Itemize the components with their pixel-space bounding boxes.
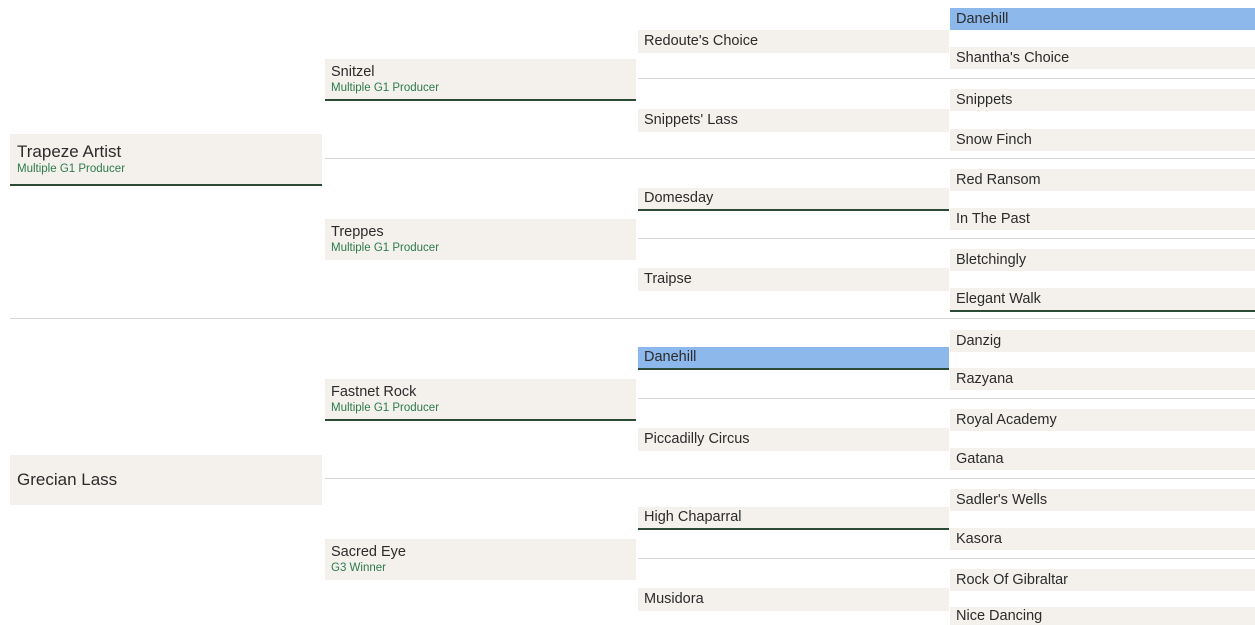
horse-name: Sacred Eye <box>331 544 406 560</box>
pedigree-gen3-8[interactable]: Musidora <box>638 588 949 611</box>
horse-name: Danehill <box>644 349 697 365</box>
divider-gen2-top <box>325 158 1255 159</box>
divider-gen3-4 <box>638 558 1255 559</box>
horse-name: Kasora <box>956 530 1002 547</box>
pedigree-gen3-7[interactable]: High Chaparral <box>638 507 949 530</box>
horse-name: Danehill <box>956 10 1009 27</box>
pedigree-gen4-15[interactable]: Rock Of Gibraltar <box>950 569 1255 591</box>
pedigree-sire-sire[interactable]: Snitzel Multiple G1 Producer <box>325 59 636 101</box>
pedigree-sire-dam[interactable]: Treppes Multiple G1 Producer <box>325 219 636 260</box>
horse-name: Razyana <box>956 370 1014 387</box>
pedigree-gen4-9[interactable]: Danzig <box>950 330 1255 352</box>
pedigree-gen4-2[interactable]: Shantha's Choice <box>950 47 1255 69</box>
pedigree-gen4-8[interactable]: Elegant Walk <box>950 288 1255 312</box>
pedigree-gen4-12[interactable]: Gatana <box>950 448 1255 470</box>
pedigree-sire[interactable]: Trapeze Artist Multiple G1 Producer <box>10 134 322 186</box>
pedigree-gen3-4[interactable]: Traipse <box>638 268 949 291</box>
horse-name: Danzig <box>956 332 1002 349</box>
pedigree-gen4-14[interactable]: Kasora <box>950 528 1255 550</box>
horse-achievement: Multiple G1 Producer <box>331 81 440 94</box>
horse-name: Shantha's Choice <box>956 49 1070 66</box>
divider-gen3-3 <box>638 398 1255 399</box>
horse-name: Gatana <box>956 450 1004 467</box>
pedigree-gen4-16[interactable]: Nice Dancing <box>950 607 1255 625</box>
pedigree-gen4-13[interactable]: Sadler's Wells <box>950 489 1255 511</box>
horse-name: Nice Dancing <box>956 607 1043 624</box>
horse-name: Snow Finch <box>956 131 1032 148</box>
pedigree-gen4-5[interactable]: Red Ransom <box>950 169 1255 191</box>
horse-name: Snitzel <box>331 63 375 80</box>
horse-achievement: G3 Winner <box>331 562 386 574</box>
horse-name: Traipse <box>644 271 692 287</box>
divider-gen3-1 <box>638 78 1255 79</box>
horse-name: Musidora <box>644 591 704 607</box>
pedigree-gen4-11[interactable]: Royal Academy <box>950 409 1255 431</box>
divider-gen2-bottom <box>325 478 1255 479</box>
horse-name: Redoute's Choice <box>644 33 759 49</box>
horse-name: Red Ransom <box>956 171 1041 188</box>
horse-name: Snippets <box>956 91 1013 108</box>
pedigree-gen4-7[interactable]: Bletchingly <box>950 249 1255 271</box>
pedigree-dam[interactable]: Grecian Lass <box>10 455 322 505</box>
horse-achievement: Multiple G1 Producer <box>331 401 440 414</box>
divider-gen3-2 <box>638 238 1255 239</box>
pedigree-gen4-4[interactable]: Snow Finch <box>950 129 1255 151</box>
divider-gen1 <box>10 318 1255 319</box>
pedigree-gen3-6[interactable]: Piccadilly Circus <box>638 428 949 451</box>
pedigree-gen4-6[interactable]: In The Past <box>950 208 1255 230</box>
pedigree-gen4-10[interactable]: Razyana <box>950 368 1255 390</box>
pedigree-gen4-1[interactable]: Danehill <box>950 8 1255 30</box>
horse-name: Snippets' Lass <box>644 112 738 128</box>
horse-name: Sadler's Wells <box>956 491 1048 508</box>
horse-achievement: Multiple G1 Producer <box>17 163 126 175</box>
horse-name: In The Past <box>956 210 1030 227</box>
horse-name: Piccadilly Circus <box>644 431 750 447</box>
pedigree-dam-sire[interactable]: Fastnet Rock Multiple G1 Producer <box>325 379 636 421</box>
horse-name: Treppes <box>331 224 384 240</box>
pedigree-gen4-3[interactable]: Snippets <box>950 89 1255 111</box>
horse-achievement: Multiple G1 Producer <box>331 242 440 254</box>
horse-name: Trapeze Artist <box>17 142 122 161</box>
horse-name: Fastnet Rock <box>331 383 417 400</box>
pedigree-dam-dam[interactable]: Sacred Eye G3 Winner <box>325 539 636 580</box>
horse-name: Elegant Walk <box>956 291 1041 307</box>
pedigree-gen3-3[interactable]: Domesday <box>638 188 949 211</box>
horse-name: Grecian Lass <box>17 470 118 489</box>
horse-name: Domesday <box>644 190 714 206</box>
pedigree-gen3-2[interactable]: Snippets' Lass <box>638 109 949 132</box>
pedigree-gen3-5[interactable]: Danehill <box>638 347 949 370</box>
horse-name: High Chaparral <box>644 509 742 525</box>
horse-name: Bletchingly <box>956 251 1027 268</box>
horse-name: Rock Of Gibraltar <box>956 571 1068 588</box>
pedigree-gen3-1[interactable]: Redoute's Choice <box>638 30 949 53</box>
horse-name: Royal Academy <box>956 411 1057 428</box>
